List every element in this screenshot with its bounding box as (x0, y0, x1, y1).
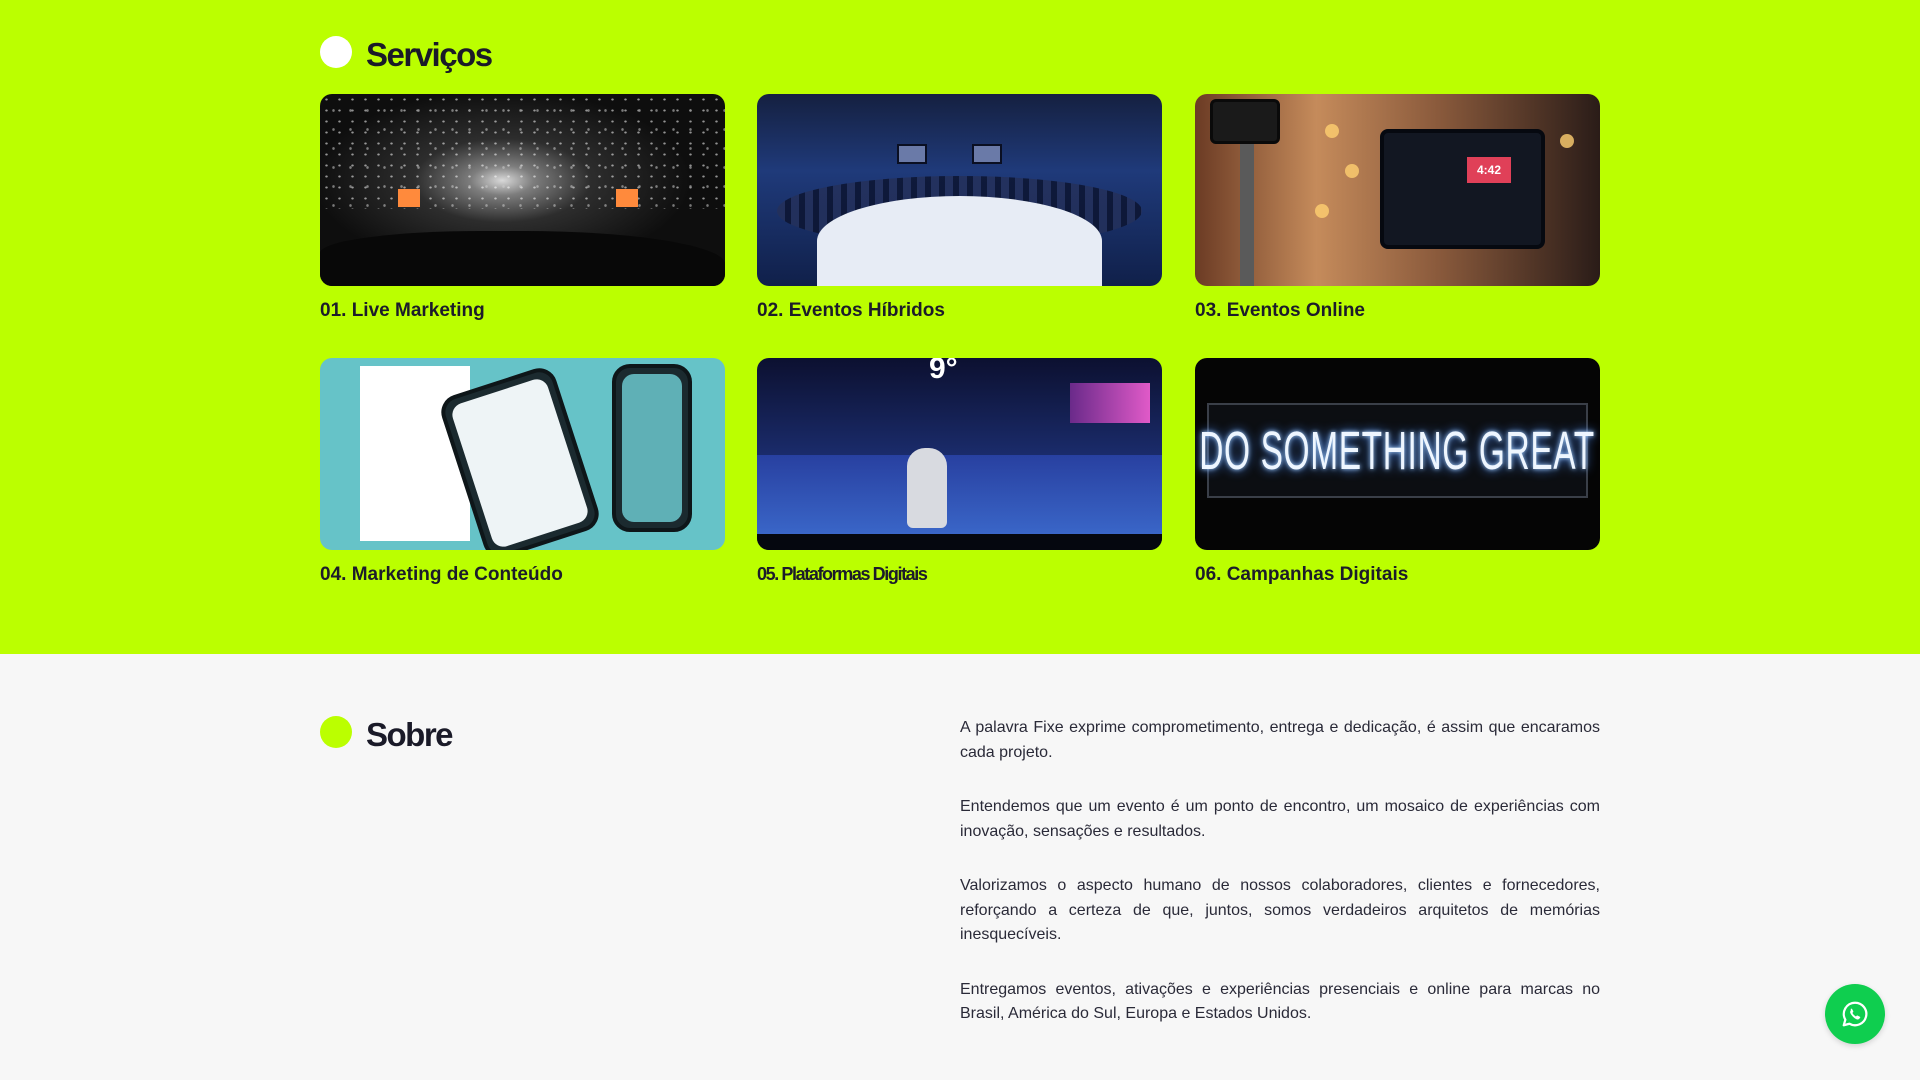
service-card-eventos-online[interactable]: 4:42 03. Eventos Online (1195, 94, 1600, 322)
service-label: 02. Eventos Híbridos (757, 300, 945, 321)
service-card-live-marketing[interactable]: 01. Live Marketing (320, 94, 725, 322)
about-heading: Sobre (320, 716, 454, 754)
services-title: Serviços (366, 36, 493, 73)
whatsapp-button[interactable] (1825, 984, 1885, 1044)
heading-dot-icon (320, 716, 352, 748)
panel-event-image (757, 94, 1162, 286)
about-paragraph: Entendemos que um evento é um ponto de e… (960, 798, 1600, 840)
event-number: 9° (929, 358, 958, 385)
service-card-eventos-hibridos[interactable]: 02. Eventos Híbridos (757, 94, 1162, 322)
service-label: 05. Plataformas Digitais (757, 564, 928, 584)
service-label: 03. Eventos Online (1195, 300, 1365, 321)
streaming-setup-image: 4:42 (1195, 94, 1600, 286)
virtual-platform-image: 9° (757, 358, 1162, 550)
about-title: Sobre (366, 716, 454, 753)
neon-sign-text: DO SOMETHING GREAT (1199, 420, 1596, 481)
heading-dot-icon (320, 36, 352, 68)
service-label: 01. Live Marketing (320, 300, 485, 321)
about-paragraph: Valorizamos o aspecto humano de nossos c… (960, 877, 1600, 943)
social-media-mockup-image (320, 358, 725, 550)
whatsapp-icon (1842, 1001, 1868, 1027)
service-label: 06. Campanhas Digitais (1195, 564, 1409, 585)
neon-sign-image: DO SOMETHING GREAT (1195, 358, 1600, 550)
service-card-plataformas-digitais[interactable]: 9° 05. Plataformas Digitais (757, 358, 1162, 585)
about-text: A palavra Fixe exprime comprometimento, … (960, 716, 1600, 1057)
concert-crowd-image (320, 94, 725, 286)
service-card-campanhas-digitais[interactable]: DO SOMETHING GREAT 06. Campanhas Digitai… (1195, 358, 1600, 586)
service-card-marketing-conteudo[interactable]: 04. Marketing de Conteúdo (320, 358, 725, 586)
services-section: Serviços 01. Live Marketing 02. Eventos … (0, 0, 1920, 654)
services-heading: Serviços (320, 36, 493, 74)
about-paragraph: A palavra Fixe exprime comprometimento, … (960, 719, 1600, 761)
tablet-time: 4:42 (1467, 157, 1511, 183)
about-paragraph: Entregamos eventos, ativações e experiên… (960, 980, 1600, 1023)
service-label: 04. Marketing de Conteúdo (320, 564, 563, 585)
